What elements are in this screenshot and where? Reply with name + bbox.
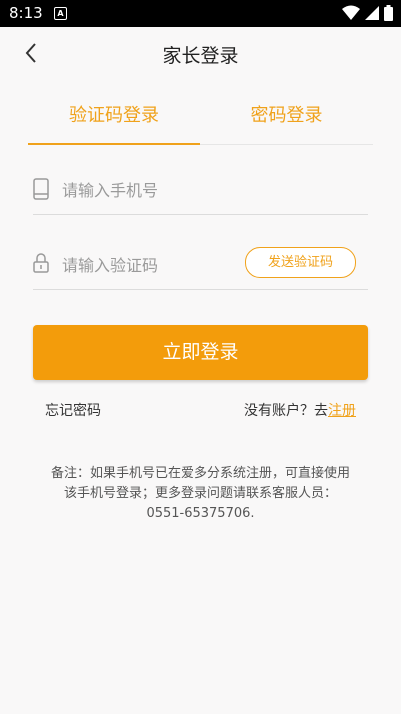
notification-icon: A	[54, 7, 67, 20]
battery-icon	[384, 5, 393, 21]
register-row: 没有账户？去注册	[244, 400, 356, 420]
tab-password-login[interactable]: 密码登录	[200, 96, 373, 144]
send-code-button[interactable]: 发送验证码	[245, 247, 356, 278]
active-tab-indicator	[28, 143, 200, 145]
status-bar: 8:13 A	[0, 0, 401, 27]
login-button[interactable]: 立即登录	[33, 325, 368, 380]
forgot-password-link[interactable]: 忘记密码	[45, 400, 101, 420]
status-time: 8:13	[9, 4, 43, 22]
login-tabs: 验证码登录 密码登录	[28, 96, 373, 145]
header: 家长登录	[0, 27, 401, 79]
phone-input[interactable]	[60, 174, 264, 206]
code-input[interactable]	[60, 249, 264, 281]
page-title: 家长登录	[162, 45, 239, 67]
signal-icon	[365, 6, 379, 20]
wifi-icon	[342, 5, 360, 20]
phone-field	[33, 168, 368, 215]
phone-icon	[33, 178, 49, 200]
register-link[interactable]: 注册	[328, 403, 356, 419]
tab-sms-login-label: 验证码登录	[69, 105, 159, 126]
tab-sms-login[interactable]: 验证码登录	[28, 96, 200, 145]
login-note: 备注：如果手机号已在爱多分系统注册，可直接使用该手机号登录；更多登录问题请联系客…	[50, 466, 350, 521]
lock-icon	[33, 253, 49, 273]
code-field: 发送验证码	[33, 243, 368, 290]
no-account-text: 没有账户？去	[244, 403, 328, 419]
tab-password-login-label: 密码登录	[250, 105, 323, 126]
